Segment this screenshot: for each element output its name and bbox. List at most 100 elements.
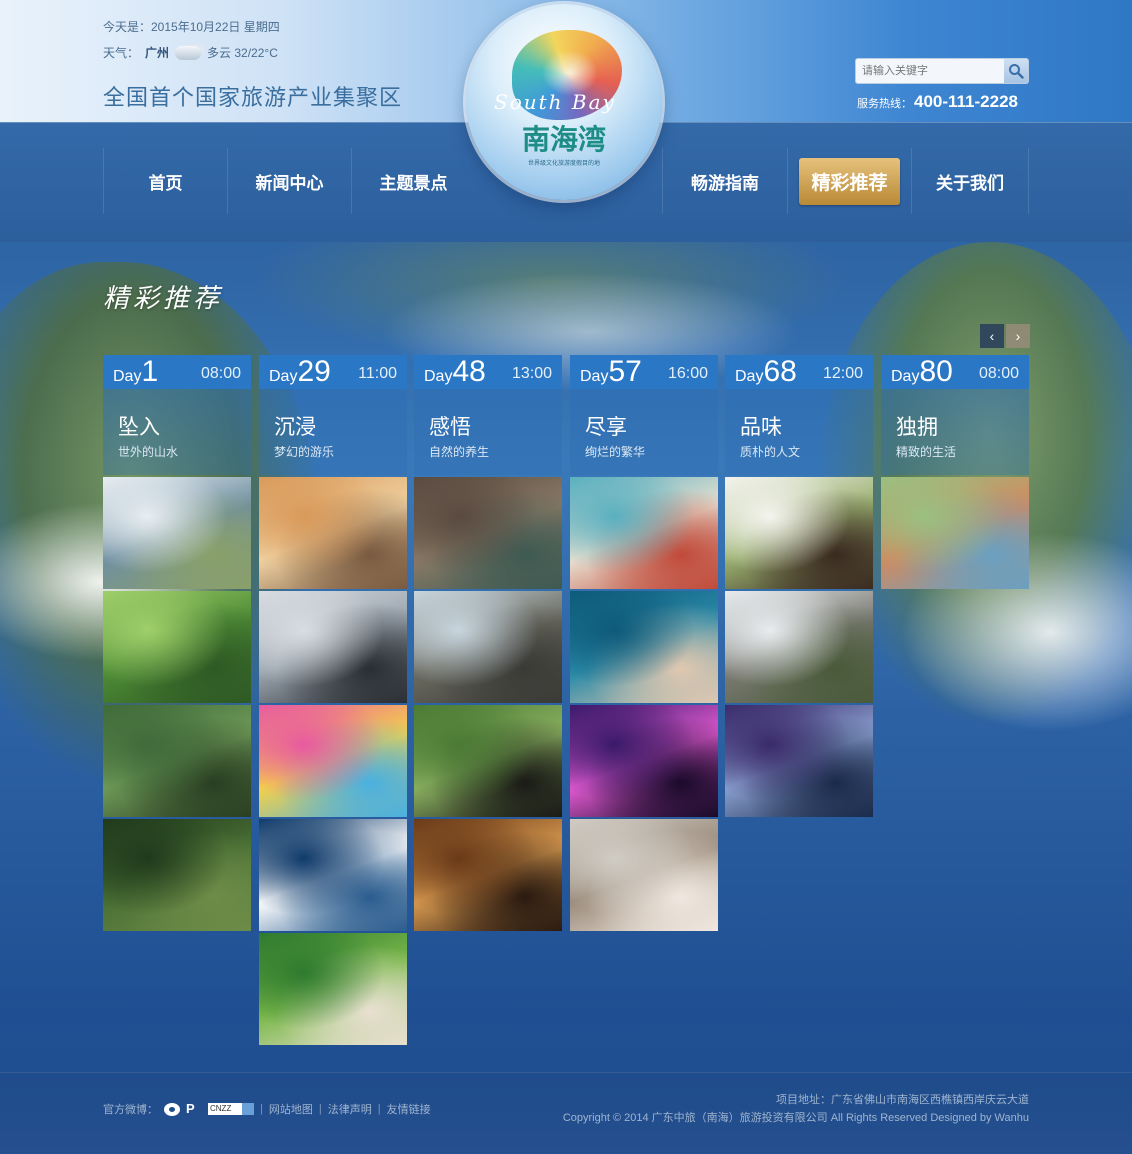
day-number: 68 [763, 355, 797, 388]
prev-arrow-button[interactable]: ‹ [980, 324, 1004, 348]
photo-tile[interactable] [103, 819, 251, 931]
hotline-number: 400-111-2228 [914, 92, 1018, 111]
photo-tile[interactable] [570, 819, 718, 931]
day-theme[interactable]: 品味 质朴的人文 [725, 389, 873, 475]
day-number: 48 [452, 355, 486, 388]
weibo-icon[interactable] [164, 1102, 180, 1116]
day-badge: Day68 [735, 357, 797, 387]
nav-label: 主题景点 [379, 173, 448, 193]
day-theme[interactable]: 尽享 绚烂的繁华 [570, 389, 718, 475]
nav-item-recommend[interactable]: 精彩推荐 [787, 148, 911, 214]
day-theme[interactable]: 沉浸 梦幻的游乐 [259, 389, 407, 475]
theme-title: 尽享 [585, 416, 627, 439]
photo-tile[interactable] [414, 591, 562, 703]
search-input[interactable] [856, 59, 1004, 83]
photo-tile[interactable] [414, 819, 562, 931]
photo-tile[interactable] [259, 705, 407, 817]
day-column: Day1 08:00 坠入世外的山水 [103, 355, 251, 931]
photo-tile[interactable] [414, 705, 562, 817]
search-button[interactable] [1004, 59, 1028, 83]
section-title: 精彩推荐 [103, 284, 224, 314]
tencent-weibo-icon[interactable]: P [186, 1102, 202, 1116]
photo-tile[interactable] [570, 591, 718, 703]
photo-tile[interactable] [103, 477, 251, 589]
footer-address: 项目地址：广东省佛山市南海区西樵镇西岸庆云大道 [776, 1094, 1029, 1106]
photo-tile[interactable] [570, 477, 718, 589]
weather-info: 天气： 广州 多云 32/22°C [103, 44, 278, 61]
nav-item-home[interactable]: 首页 [103, 148, 227, 214]
day-label: Day [580, 368, 609, 385]
nav-label: 精彩推荐 [799, 157, 900, 205]
day-column: Day29 11:00 沉浸 梦幻的游乐 [259, 355, 407, 1045]
day-theme[interactable]: 感悟 自然的养生 [414, 389, 562, 475]
cloudy-weather-icon [175, 45, 202, 60]
site-slogan: 全国首个国家旅游产业集聚区 [103, 85, 403, 110]
hotline-label: 服务热线： [857, 98, 912, 110]
theme-subtitle: 质朴的人文 [740, 445, 801, 459]
footer-link-sitemap[interactable]: 网站地图 [269, 1101, 313, 1117]
day-label: Day [424, 368, 453, 385]
day-number: 1 [141, 355, 159, 388]
theme-subtitle: 绚烂的繁华 [585, 445, 646, 459]
day-theme[interactable]: 坠入 世外的山水 [103, 389, 251, 475]
date-text: 今天是：2015年10月22日 星期四 [103, 20, 280, 34]
photo-tile[interactable] [259, 933, 407, 1045]
logo-subtitle: 世界级文化旅游度假目的地 [527, 161, 600, 167]
theme-title: 独拥 [896, 416, 938, 439]
footer-left: 官方微博： P CNZZ | 网站地图 | 法律声明 | 友情链接 [103, 1101, 431, 1117]
photo-tile[interactable] [103, 705, 251, 817]
day-time: 16:00 [667, 365, 708, 382]
day-column: Day80 08:00 独拥 精致的生活 [881, 355, 1029, 589]
day-badge: Day1 [113, 357, 158, 387]
photo-tile[interactable] [725, 477, 873, 589]
weather-desc: 多云 32/22°C [207, 46, 278, 60]
day-theme[interactable]: 独拥 精致的生活 [881, 389, 1029, 475]
day-time: 13:00 [511, 365, 552, 382]
theme-subtitle: 自然的养生 [429, 445, 490, 459]
theme-subtitle: 精致的生活 [896, 445, 957, 459]
weather-city: 广州 [145, 46, 170, 60]
footer-link-legal[interactable]: 法律声明 [328, 1101, 372, 1117]
nav-label: 首页 [148, 173, 183, 193]
photo-tile[interactable] [259, 477, 407, 589]
photo-tile[interactable] [725, 591, 873, 703]
next-arrow-button[interactable]: › [1006, 324, 1030, 348]
day-badge: Day29 [269, 357, 331, 387]
photo-tile[interactable] [725, 705, 873, 817]
photo-tile[interactable] [103, 591, 251, 703]
photo-tile[interactable] [881, 477, 1029, 589]
nav-item-news[interactable]: 新闻中心 [227, 148, 351, 214]
day-label: Day [735, 368, 764, 385]
nav-item-guide[interactable]: 畅游指南 [662, 148, 787, 214]
theme-title: 感悟 [429, 416, 471, 439]
day-badge: Day80 [891, 357, 953, 387]
theme-subtitle: 梦幻的游乐 [274, 445, 335, 459]
site-logo[interactable]: South Bay 南海湾 世界级文化旅游度假目的地 [466, 4, 662, 200]
day-column: Day48 13:00 感悟自然的养生 [414, 355, 562, 931]
footer-link-friends[interactable]: 友情链接 [387, 1101, 431, 1117]
day-time: 11:00 [358, 365, 397, 382]
theme-subtitle: 世外的山水 [118, 445, 179, 459]
theme-title: 坠入 [118, 416, 160, 439]
weibo-label: 官方微博： [103, 1104, 158, 1116]
photo-tile[interactable] [414, 477, 562, 589]
day-column: Day68 12:00 品味 质朴的人文 [725, 355, 873, 817]
photo-tile[interactable] [259, 819, 407, 931]
day-time: 12:00 [822, 365, 863, 382]
footer-right: 项目地址：广东省佛山市南海区西樵镇西岸庆云大道 Copyright © 2014… [563, 1091, 1029, 1127]
nav-item-about[interactable]: 关于我们 [911, 148, 1029, 214]
photo-tile[interactable] [570, 705, 718, 817]
day-label: Day [891, 368, 920, 385]
weather-prefix: 天气： [103, 46, 140, 60]
chevron-right-icon: › [1015, 328, 1021, 344]
day-number: 57 [608, 355, 642, 388]
cnzz-badge[interactable]: CNZZ [208, 1103, 254, 1115]
service-hotline: 服务热线： 400-111-2228 [857, 92, 1018, 112]
photo-tile[interactable] [259, 591, 407, 703]
day-header: Day29 11:00 [259, 355, 407, 389]
footer-copyright: Copyright © 2014 广东中旅（南海）旅游投资有限公司 All Ri… [562, 1112, 1029, 1124]
day-time: 08:00 [200, 365, 241, 382]
nav-label: 畅游指南 [691, 173, 759, 193]
nav-item-attractions[interactable]: 主题景点 [351, 148, 475, 214]
day-badge: Day57 [580, 357, 642, 387]
